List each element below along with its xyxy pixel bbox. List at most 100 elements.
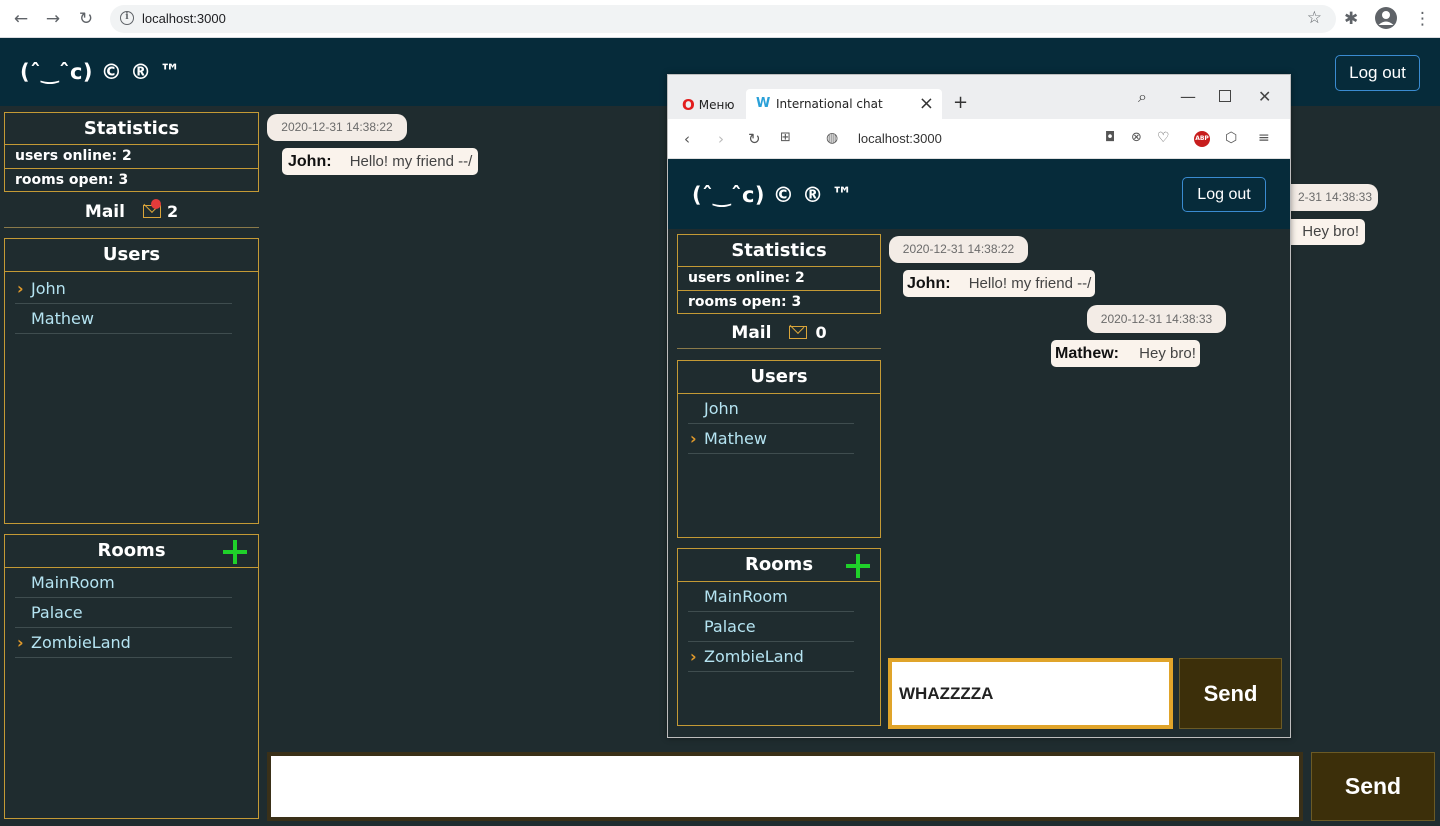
maximize-icon[interactable] (1219, 90, 1231, 102)
users-online-stat: users online: 2 (678, 267, 880, 291)
info-icon[interactable]: i (120, 11, 134, 25)
users-panel: Users John › Mathew (677, 360, 881, 538)
message-author: Mathew: (1055, 345, 1119, 362)
rooms-list: MainRoom Palace › ZombieLand (678, 582, 880, 672)
room-item-palace[interactable]: Palace (688, 612, 854, 642)
users-list: › John Mathew (5, 272, 258, 334)
window-close-icon[interactable]: ✕ (1258, 87, 1271, 106)
app-header: (ˆ‿ˆc) © ® ™ Log out (668, 159, 1290, 229)
message-input[interactable]: WHAZZZZA (888, 658, 1173, 729)
heart-icon[interactable]: ♡ (1157, 130, 1170, 146)
logout-button[interactable]: Log out (1182, 177, 1266, 212)
opera-address-bar: ‹ › ↻ ⊞ ◍ localhost:3000 ◘ ⊗ ♡ ABP ⬡ ≡ (668, 119, 1290, 159)
mail-label: Mail (731, 322, 772, 343)
message-author: John: (288, 153, 332, 170)
easy-setup-icon[interactable]: ≡ (1258, 130, 1270, 146)
chevron-right-icon: › (17, 279, 24, 298)
mail-icon[interactable] (789, 326, 808, 339)
rooms-title-bar: Rooms (5, 535, 258, 568)
message-input[interactable] (267, 752, 1303, 821)
room-item-mainroom[interactable]: MainRoom (15, 568, 232, 598)
bookmark-star-icon[interactable]: ☆ (1307, 8, 1322, 28)
reload-icon[interactable]: ↻ (748, 130, 761, 148)
app-logo: (ˆ‿ˆc) © ® ™ (20, 60, 181, 84)
chat-message: John: Hello! my friend --/ (282, 148, 479, 175)
opera-logo-icon: O (682, 96, 695, 114)
opera-browser-window: O Меню W International chat × + ⌕ — ✕ ‹ ›… (667, 74, 1291, 738)
chevron-right-icon: › (17, 633, 24, 652)
user-name: Mathew (31, 309, 94, 328)
rooms-title: Rooms (97, 540, 166, 561)
message-text: Hey bro! (1302, 223, 1359, 240)
chevron-right-icon: › (690, 647, 697, 666)
rooms-open-stat: rooms open: 3 (688, 294, 802, 310)
chat-message: John: Hello! my friend --/ (903, 270, 1096, 297)
globe-icon: ◍ (826, 130, 839, 146)
scrollbar[interactable] (1285, 229, 1290, 737)
logout-button[interactable]: Log out (1335, 55, 1420, 91)
user-name: Mathew (704, 429, 767, 448)
opera-url[interactable]: localhost:3000 (858, 131, 942, 146)
tab-international-chat[interactable]: W International chat × (746, 89, 942, 119)
snapshot-camera-icon[interactable]: ◘ (1105, 130, 1115, 145)
room-name: MainRoom (31, 573, 115, 592)
user-item-mathew[interactable]: Mathew (15, 304, 232, 334)
minimize-icon[interactable]: — (1180, 87, 1196, 106)
user-name: John (31, 279, 66, 298)
extensions-icon[interactable]: ✱ (1344, 8, 1358, 30)
room-name: Palace (704, 617, 756, 636)
message-date-badge: 2020-12-31 14:38:22 (889, 236, 1028, 263)
message-text: Hello! my friend --/ (968, 275, 1092, 292)
back-icon[interactable]: ← (10, 8, 32, 30)
room-item-palace[interactable]: Palace (15, 598, 232, 628)
users-list: John › Mathew (678, 394, 880, 454)
tab-close-icon[interactable]: × (919, 93, 934, 114)
rooms-open-stat: rooms open: 3 (15, 172, 129, 188)
new-tab-icon[interactable]: + (953, 92, 968, 113)
chat-message: Mathew: Hey bro! (1051, 340, 1200, 367)
opera-search-icon[interactable]: ⌕ (1138, 87, 1147, 107)
statistics-panel: Statistics users online: 2 rooms open: 3 (4, 112, 259, 192)
send-button[interactable]: Send (1179, 658, 1282, 729)
reload-icon[interactable]: ↻ (75, 8, 97, 30)
browser-toolbar: ← → ↻ i localhost:3000 ☆ ✱ ⋮ (0, 0, 1440, 38)
chrome-menu-icon[interactable]: ⋮ (1414, 8, 1431, 30)
profile-avatar-icon[interactable] (1374, 6, 1398, 36)
notification-dot (151, 199, 161, 209)
users-title: Users (5, 239, 258, 272)
add-room-icon[interactable] (223, 540, 247, 564)
users-panel: Users › John Mathew (4, 238, 259, 524)
user-item-john[interactable]: › John (15, 274, 232, 304)
mail-count: 2 (166, 202, 179, 221)
extension-cube-icon[interactable]: ⬡ (1225, 130, 1237, 146)
user-item-mathew[interactable]: › Mathew (688, 424, 854, 454)
room-item-mainroom[interactable]: MainRoom (688, 582, 854, 612)
chevron-right-icon: › (690, 429, 697, 448)
speed-dial-grid-icon[interactable]: ⊞ (780, 130, 791, 145)
opera-menu-button[interactable]: O Меню (682, 96, 734, 114)
address-bar[interactable]: i localhost:3000 ☆ (110, 5, 1336, 33)
message-text: Hey bro! (1139, 345, 1196, 362)
address-url[interactable]: localhost:3000 (142, 11, 226, 26)
mail-row[interactable]: Mail 2 (4, 196, 259, 228)
mail-label: Mail (84, 201, 125, 222)
room-item-zombieland[interactable]: › ZombieLand (15, 628, 232, 658)
user-item-john[interactable]: John (688, 394, 854, 424)
message-author: John: (907, 275, 951, 292)
add-room-icon[interactable] (846, 554, 870, 578)
rooms-list: MainRoom Palace › ZombieLand (5, 568, 258, 658)
forward-icon[interactable]: › (718, 130, 724, 148)
app-logo: (ˆ‿ˆc) © ® ™ (692, 183, 853, 207)
send-button[interactable]: Send (1311, 752, 1435, 821)
adblock-plus-icon[interactable]: ABP (1194, 131, 1210, 147)
mail-row[interactable]: Mail 0 (677, 317, 881, 349)
rooms-title-bar: Rooms (678, 549, 880, 582)
tracker-blocker-icon[interactable]: ⊗ (1131, 130, 1142, 145)
back-icon[interactable]: ‹ (684, 130, 690, 148)
forward-icon[interactable]: → (42, 8, 64, 30)
users-online-stat: users online: 2 (5, 145, 258, 169)
rooms-title: Rooms (744, 554, 814, 575)
room-item-zombieland[interactable]: › ZombieLand (688, 642, 854, 672)
rooms-panel: Rooms MainRoom Palace › ZombieLand (4, 534, 259, 819)
chat-favicon-icon: W (756, 96, 771, 111)
